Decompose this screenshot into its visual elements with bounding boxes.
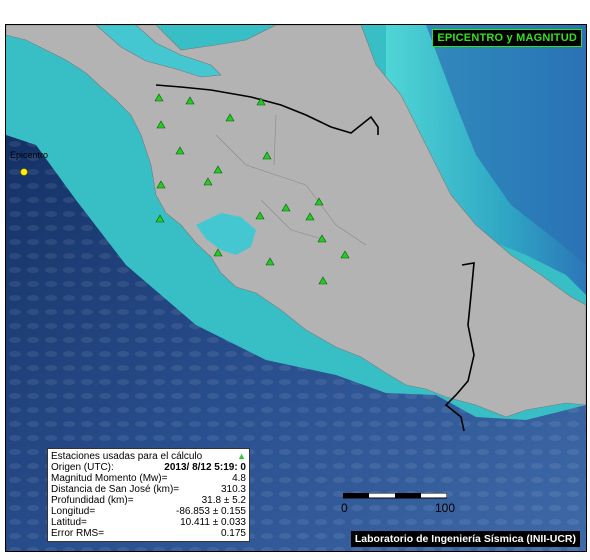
- info-row: Magnitud Momento (Mw)= 4.8: [51, 473, 246, 484]
- info-value: 4.8: [232, 473, 246, 484]
- info-label: Profundidad (km)=: [51, 495, 134, 506]
- info-row: Profundidad (km)= 31.8 ± 5.2: [51, 495, 246, 506]
- scale-bar-graphic: [343, 493, 447, 499]
- event-info-panel: Estaciones usadas para el cálculo ▲ Orig…: [47, 448, 250, 542]
- info-label: Magnitud Momento (Mw)=: [51, 473, 168, 484]
- info-value: 10.411 ± 0.033: [180, 517, 246, 528]
- info-value: -86.853 ± 0.155: [176, 506, 246, 517]
- info-row: Longitud= -86.853 ± 0.155: [51, 506, 246, 517]
- info-label: Latitud=: [51, 517, 87, 528]
- scale-start-label: 0: [341, 501, 348, 515]
- map-title: EPICENTRO y MAGNITUD: [432, 29, 582, 47]
- info-label: Distancia de San José (km)=: [51, 484, 180, 495]
- info-value: 0.175: [220, 528, 246, 539]
- epicenter-marker: [20, 168, 28, 176]
- info-value: 31.8 ± 5.2: [201, 495, 246, 506]
- info-value: 310.3: [220, 484, 246, 495]
- info-label: Longitud=: [51, 506, 96, 517]
- seismic-map: Epicentro EPICENTRO y MAGNITUD Estacione…: [5, 24, 587, 552]
- info-value: 2013/ 8/12 5:19: 0: [164, 462, 246, 473]
- stations-legend: Estaciones usadas para el cálculo ▲: [51, 451, 246, 462]
- station-legend-icon: ▲: [237, 451, 246, 461]
- info-row: Error RMS= 0.175: [51, 528, 246, 539]
- scale-end-label: 100: [435, 501, 456, 515]
- info-row: Distancia de San José (km)= 310.3: [51, 484, 246, 495]
- stations-legend-label: Estaciones usadas para el cálculo: [51, 451, 203, 462]
- map-credit: Laboratorio de Ingeniería Sísmica (INII-…: [350, 531, 580, 547]
- epicenter-label: Epicentro: [10, 150, 49, 160]
- scale-bar: 0 100: [341, 493, 455, 515]
- info-row: Origen (UTC): 2013/ 8/12 5:19: 0: [51, 462, 246, 473]
- info-row: Latitud= 10.411 ± 0.033: [51, 517, 246, 528]
- info-label: Error RMS=: [51, 528, 105, 539]
- info-label: Origen (UTC):: [51, 462, 114, 473]
